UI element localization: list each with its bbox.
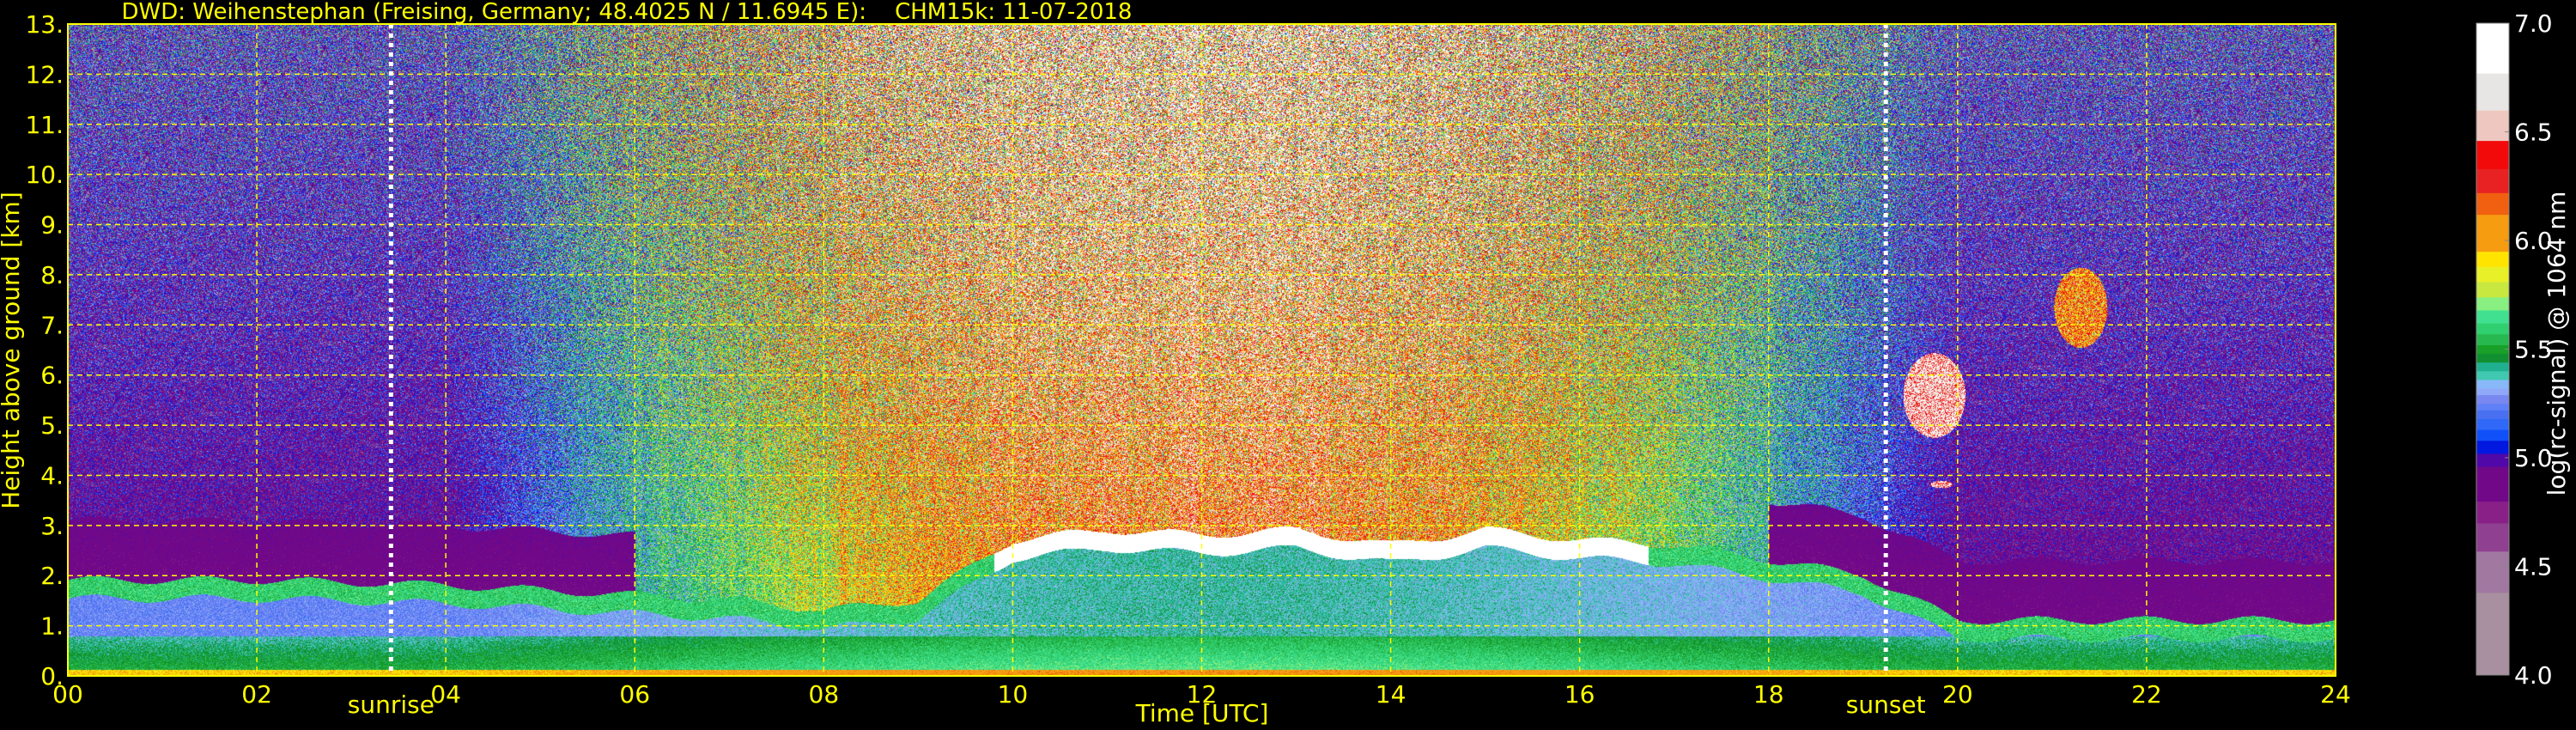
colorbar-band <box>2476 370 2509 380</box>
x-tick-label: 04 <box>430 680 461 709</box>
y-tick-label: 7. <box>40 311 64 339</box>
colorbar-label: log(rc-signal) @ 1064 nm <box>2543 192 2571 496</box>
axes-overlay: DWD: Weihenstephan (Freising, Germany; 4… <box>0 0 2571 727</box>
colorbar-tick-label: 6.5 <box>2514 119 2553 147</box>
colorbar-tick-label: 4.5 <box>2514 553 2553 581</box>
colorbar-band <box>2476 168 2509 193</box>
x-tick-label: 06 <box>619 680 650 709</box>
grid <box>67 23 2336 677</box>
x-tick-label: 02 <box>241 680 272 709</box>
y-tick-label: 11. <box>25 111 64 139</box>
colorbar: 4.04.55.05.56.06.57.0 <box>2476 9 2553 690</box>
x-tick-label: 16 <box>1564 680 1595 709</box>
x-tick-label: 20 <box>1942 680 1973 709</box>
colorbar-band <box>2476 388 2509 396</box>
sunrise-label: sunrise <box>348 690 434 719</box>
sunset-label: sunset <box>1846 690 1926 719</box>
x-tick-label: 24 <box>2320 680 2351 709</box>
y-tick-label: 13. <box>25 10 64 39</box>
colorbar-band <box>2476 23 2509 74</box>
colorbar-band <box>2476 440 2509 454</box>
y-tick-label: 0. <box>40 662 64 690</box>
colorbar-band <box>2476 466 2509 502</box>
y-tick-label: 2. <box>40 562 64 590</box>
ceilometer-figure: DWD: Weihenstephan (Freising, Germany; 4… <box>0 0 2576 730</box>
y-tick-label: 4. <box>40 461 64 490</box>
colorbar-tick-label: 7.0 <box>2514 9 2553 38</box>
colorbar-band <box>2476 418 2509 430</box>
x-tick-label: 18 <box>1753 680 1784 709</box>
colorbar-band <box>2476 214 2509 252</box>
y-tick-label: 1. <box>40 612 64 641</box>
colorbar-band <box>2476 309 2509 324</box>
y-tick-label: 9. <box>40 211 64 240</box>
colorbar-band <box>2476 140 2509 170</box>
colorbar-band <box>2476 379 2509 389</box>
colorbar-band <box>2476 333 2509 345</box>
colorbar-band <box>2476 344 2509 355</box>
colorbar-band <box>2476 362 2509 372</box>
colorbar-band <box>2476 522 2509 552</box>
y-tick-label: 3. <box>40 512 64 540</box>
colorbar-band <box>2476 453 2509 467</box>
x-axis-label: Time [UTC] <box>1135 699 1269 727</box>
y-axis-ticks: 0. 1. 2. 3. 4. 5. 6. 7. 8. 9. 10. 11. 12. 13. <box>25 10 64 690</box>
y-tick-label: 5. <box>40 411 64 440</box>
chart-title: DWD: Weihenstephan (Freising, Germany; 4… <box>122 0 1133 25</box>
colorbar-band <box>2476 403 2509 411</box>
x-tick-label: 22 <box>2131 680 2162 709</box>
y-tick-label: 10. <box>25 161 64 189</box>
colorbar-band <box>2476 353 2509 363</box>
colorbar-band <box>2476 282 2509 298</box>
sun-markers: sunrise sunset <box>348 24 1926 719</box>
y-tick-label: 12. <box>25 60 64 88</box>
colorbar-band <box>2476 73 2509 111</box>
colorbar-band <box>2476 251 2509 267</box>
x-tick-label: 10 <box>998 680 1029 709</box>
y-tick-label: 6. <box>40 362 64 390</box>
colorbar-band <box>2476 323 2509 335</box>
colorbar-band <box>2476 296 2509 311</box>
y-tick-label: 8. <box>40 261 64 289</box>
colorbar-band <box>2476 501 2509 524</box>
colorbar-band <box>2476 192 2509 216</box>
colorbar-band <box>2476 110 2509 142</box>
colorbar-band <box>2476 394 2509 405</box>
colorbar-band <box>2476 592 2509 676</box>
colorbar-band <box>2476 429 2509 441</box>
y-axis-label: Height above ground [km] <box>0 192 25 509</box>
colorbar-band <box>2476 266 2509 283</box>
x-tick-label: 08 <box>809 680 840 709</box>
x-tick-label: 14 <box>1376 680 1406 709</box>
colorbar-band <box>2476 410 2509 419</box>
colorbar-band <box>2476 551 2509 593</box>
colorbar-tick-label: 4.0 <box>2514 661 2553 690</box>
